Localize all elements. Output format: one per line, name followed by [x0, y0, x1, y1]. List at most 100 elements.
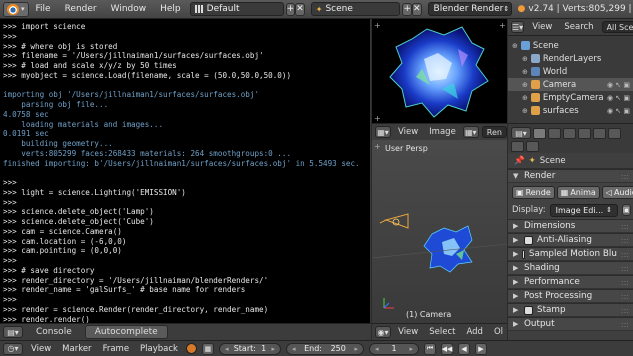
current-frame-field[interactable]: ◂ 1 ▸	[368, 342, 419, 355]
audio-button[interactable]: ◁ Audio	[601, 185, 633, 199]
start-frame-field[interactable]: ◂ Start: 1 ▸	[218, 342, 281, 355]
outliner-item[interactable]: ⊕ EmptyCamera ◉ ↖ ▣	[508, 91, 633, 104]
outliner-item[interactable]: ⊕ Scene	[508, 39, 633, 52]
drag-grip-icon[interactable]: :::	[621, 172, 629, 181]
timeline-view-menu[interactable]: View	[28, 344, 54, 354]
panel-enable-checkbox[interactable]	[524, 305, 533, 315]
end-frame-field[interactable]: ◂ End: 250 ▸	[285, 342, 364, 355]
world-tab-icon[interactable]	[578, 127, 591, 139]
drag-grip-icon[interactable]: :::	[621, 292, 629, 301]
pin-icon[interactable]: 📌	[514, 156, 525, 166]
3d-viewport[interactable]: User Persp + (1) Camera	[372, 140, 507, 323]
drag-grip-icon[interactable]: :::	[621, 278, 629, 287]
panel-enable-checkbox[interactable]	[524, 235, 533, 245]
outliner-view-menu[interactable]: View	[528, 22, 556, 32]
render-tab-icon[interactable]	[533, 127, 546, 139]
render-animation-button[interactable]: ▦ Anima	[556, 185, 600, 199]
drag-grip-icon[interactable]: :::	[621, 250, 629, 259]
outliner-item[interactable]: ⊕ surfaces ◉ ↖ ▣	[508, 104, 633, 117]
image-name-field[interactable]: Ren	[481, 126, 507, 138]
panel-header[interactable]: ▶ Shading:::	[508, 261, 633, 275]
image-editor-view-menu[interactable]: View	[394, 127, 422, 137]
scene-dropdown[interactable]: ✦ Scene	[310, 2, 401, 16]
jump-start-icon[interactable]: ⏮	[423, 342, 436, 355]
screen-layout-dropdown[interactable]: Default	[189, 2, 284, 16]
constraints-tab-icon[interactable]	[608, 127, 621, 139]
timeline-frame-menu[interactable]: Frame	[100, 344, 132, 354]
panel-enable-checkbox[interactable]	[522, 249, 525, 259]
modifiers-tab-icon[interactable]	[511, 141, 524, 152]
menu-render[interactable]: Render	[58, 4, 104, 14]
console-line: loading materials and images...	[3, 119, 164, 129]
remove-scene-button[interactable]: ✕	[412, 2, 422, 16]
timeline-playback-menu[interactable]: Playback	[137, 344, 181, 354]
drag-grip-icon[interactable]: :::	[621, 306, 629, 315]
drag-grip-icon[interactable]: :::	[621, 236, 629, 245]
outliner-editor-type-button[interactable]: ☰▾	[511, 21, 525, 33]
panel-header[interactable]: ▶ Output:::	[508, 317, 633, 331]
display-mode-dropdown[interactable]: Image Edi... ⇕	[549, 203, 619, 217]
prev-keyframe-icon[interactable]: ◀◀	[440, 342, 453, 355]
outliner-item[interactable]: ⊕ RenderLayers	[508, 52, 633, 65]
panel-header[interactable]: ▶ Anti-Aliasing:::	[508, 233, 633, 247]
render-panel-header[interactable]: ▼ Render :::	[508, 169, 633, 183]
object-tab-icon[interactable]	[593, 127, 606, 139]
image-editor-image-menu[interactable]: Image	[425, 127, 460, 137]
console-editor-type-button[interactable]: ▤▾	[3, 326, 23, 338]
visibility-toggles-icon[interactable]: ◉ ↖ ▣	[607, 107, 630, 115]
panel-header[interactable]: ▶ Stamp:::	[508, 303, 633, 317]
viewport-editor-type-button[interactable]: ◉▾	[375, 326, 392, 338]
outliner-item[interactable]: ⊕ World	[508, 65, 633, 78]
expand-toggle-icon[interactable]: ⊕	[522, 81, 528, 89]
end-frame-value: 250	[330, 344, 346, 353]
autocomplete-button[interactable]: Autocomplete	[84, 325, 168, 339]
play-reverse-icon[interactable]: ◀	[457, 342, 470, 355]
image-editor-type-button[interactable]: ▦▾	[375, 126, 391, 138]
lock-interface-button[interactable]: ▣	[622, 204, 631, 216]
viewport-view-menu[interactable]: View	[394, 327, 422, 337]
record-icon[interactable]	[185, 343, 197, 354]
properties-editor-type-button[interactable]: ▤▾	[511, 127, 531, 139]
drag-grip-icon[interactable]: :::	[621, 320, 629, 329]
timeline-editor-type-button[interactable]: ◷▾	[3, 342, 23, 355]
render-result-view[interactable]: + + +	[372, 19, 507, 123]
drag-grip-icon[interactable]: :::	[621, 264, 629, 273]
menu-window[interactable]: Window	[104, 4, 154, 14]
render-image-button[interactable]: ▣ Rende	[512, 185, 555, 199]
menu-help[interactable]: Help	[153, 4, 188, 14]
add-layout-button[interactable]: +	[285, 2, 296, 16]
viewport-add-menu[interactable]: Add	[462, 327, 486, 337]
visibility-toggles-icon[interactable]: ◉ ↖ ▣	[607, 94, 630, 102]
panel-header[interactable]: ▶ Performance:::	[508, 275, 633, 289]
expand-toggle-icon[interactable]: ⊕	[522, 107, 528, 115]
expand-toggle-icon[interactable]: ⊕	[512, 42, 518, 50]
expand-toggle-icon[interactable]: ⊕	[522, 94, 528, 102]
panel-header[interactable]: ▶ Dimensions:::	[508, 219, 633, 233]
outliner-search-menu[interactable]: Search	[560, 22, 597, 32]
data-tab-icon[interactable]	[526, 141, 539, 152]
viewport-object-menu[interactable]: Ol	[490, 327, 507, 337]
timeline-marker-menu[interactable]: Marker	[59, 344, 94, 354]
image-browse-button[interactable]: ▦▾	[462, 126, 479, 138]
outliner-item[interactable]: ⊕ Camera ◉ ↖ ▣	[508, 78, 633, 91]
outliner-display-mode-dropdown[interactable]: All Scen	[601, 21, 633, 33]
add-scene-button[interactable]: +	[402, 2, 412, 16]
visibility-toggles-icon[interactable]: ◉ ↖ ▣	[607, 81, 630, 89]
panel-header[interactable]: ▶ Post Processing:::	[508, 289, 633, 303]
outliner-tree[interactable]: ⊕ Scene ⊕ RenderLayers ⊕ World ⊕ Camera ◉ ↖ ▣ ⊕ Em…	[508, 36, 633, 123]
keying-set-button[interactable]: ▦	[201, 342, 214, 355]
render-engine-dropdown[interactable]: Blender Render ⇕	[427, 2, 512, 16]
viewport-select-menu[interactable]: Select	[425, 327, 459, 337]
drag-grip-icon[interactable]: :::	[621, 222, 629, 231]
python-console[interactable]: >>> import science >>> >>> # where obj is …	[0, 19, 371, 323]
render-layers-tab-icon[interactable]	[548, 127, 561, 139]
panel-header[interactable]: ▶ Sampled Motion Blu:::	[508, 247, 633, 261]
play-icon[interactable]: ▶	[474, 342, 487, 355]
menu-file[interactable]: File	[29, 4, 58, 14]
console-menu[interactable]: Console	[27, 326, 81, 338]
remove-layout-button[interactable]: ✕	[295, 2, 305, 16]
expand-toggle-icon[interactable]: ⊕	[522, 55, 528, 63]
scene-tab-icon[interactable]	[563, 127, 576, 139]
expand-toggle-icon[interactable]: ⊕	[522, 68, 528, 76]
editor-type-button[interactable]: ▾	[3, 1, 29, 17]
